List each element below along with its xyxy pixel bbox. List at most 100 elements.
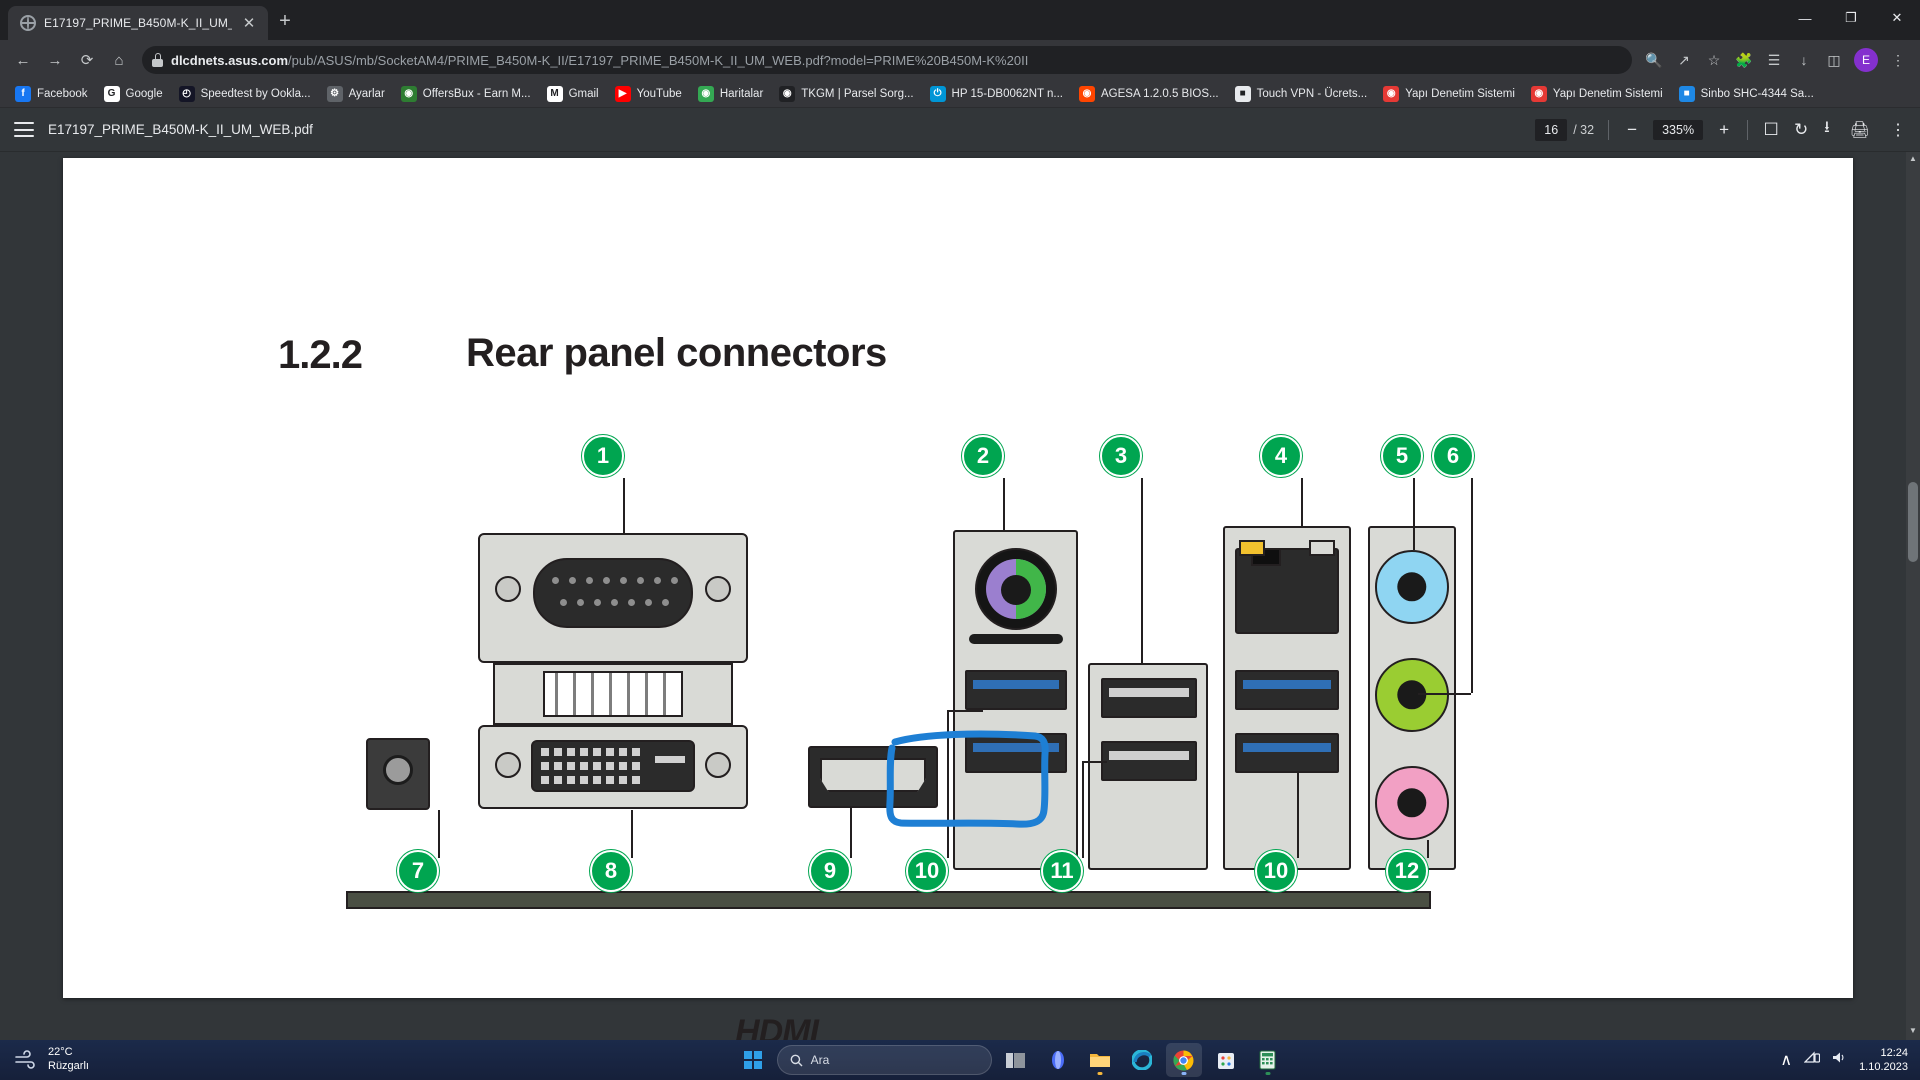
close-window-button[interactable]: ✕ [1874, 0, 1920, 36]
bookmark-item[interactable]: f Facebook [8, 83, 95, 105]
reading-list-icon[interactable]: ☰ [1760, 46, 1788, 74]
zoom-out-button[interactable]: − [1623, 120, 1641, 140]
scroll-up-icon[interactable]: ▲ [1907, 154, 1919, 166]
bookmark-item[interactable]: M Gmail [540, 83, 606, 105]
bookmark-item[interactable]: ◉ Yapı Denetim Sistemi [1524, 83, 1670, 105]
close-icon[interactable]: ✕ [240, 16, 258, 31]
download-icon[interactable]: ↓ [1790, 46, 1818, 74]
vga-pin [559, 598, 568, 607]
home-icon[interactable]: ⌂ [104, 45, 134, 75]
sidepanel-icon[interactable]: ◫ [1820, 46, 1848, 74]
callout-badge-10: 10 [906, 850, 948, 892]
callout-leader-line [1003, 478, 1005, 530]
share-icon[interactable]: ↗ [1670, 46, 1698, 74]
dvi-pin [619, 762, 627, 770]
power-icon: ⏻ [929, 85, 946, 102]
dvi-pin [593, 762, 601, 770]
task-view-icon[interactable] [998, 1043, 1034, 1077]
chrome-icon[interactable] [1165, 1043, 1202, 1077]
weather-widget[interactable]: 22°C Rüzgarlı [0, 1046, 240, 1074]
pdf-page: 1.2.2 Rear panel connectors 1 2 3 4 5 6 7 8 9 10 1… [63, 158, 1853, 1040]
address-bar[interactable]: dlcdnets.asus.com/pub/ASUS/mb/SocketAM4/… [142, 46, 1632, 74]
zoom-icon[interactable]: 🔍 [1640, 46, 1668, 74]
dvi-screw [705, 752, 731, 778]
bookmark-label: Touch VPN - Ücrets... [1256, 87, 1368, 100]
minimize-button[interactable]: ― [1782, 0, 1828, 36]
pdf-viewport[interactable]: 1.2.2 Rear panel connectors 1 2 3 4 5 6 7 8 9 10 1… [0, 152, 1920, 1040]
windows-start-icon[interactable] [735, 1043, 771, 1077]
vga-pin [568, 576, 577, 585]
taskbar-center: Ara [240, 1043, 1780, 1077]
hdmi-logo: HDMI HIGH-DEFINITION MULTIMEDIA INTERFAC… [699, 1013, 854, 1040]
callout-leader-line [1301, 478, 1303, 526]
fit-page-icon[interactable]: ☐ [1762, 120, 1780, 140]
zoom-level[interactable]: 335% [1653, 119, 1704, 140]
search-input[interactable]: Ara [776, 1045, 992, 1075]
bookmark-item[interactable]: ⚙ Ayarlar [320, 83, 392, 105]
back-icon[interactable]: ← [8, 45, 38, 75]
io-shield-base [346, 891, 1431, 909]
mic-in-jack [1375, 766, 1449, 840]
callout-leader-line [631, 810, 633, 858]
bookmark-item[interactable]: ◴ Speedtest by Ookla... [172, 83, 318, 105]
usb-tongue [973, 743, 1059, 752]
bookmark-item[interactable]: ■ Touch VPN - Ücrets... [1228, 83, 1375, 105]
dvi-pin [554, 776, 562, 784]
bookmark-item[interactable]: ◉ Haritalar [691, 83, 770, 105]
navigation-toolbar: ← → ⟳ ⌂ dlcdnets.asus.com/pub/ASUS/mb/So… [0, 40, 1920, 80]
bookmark-label: OffersBux - Earn M... [422, 87, 531, 100]
clock-date: 1.10.2023 [1859, 1061, 1908, 1073]
bookmark-item[interactable]: ■ Sinbo SHC-4344 Sa... [1672, 83, 1821, 105]
tray-overflow-icon[interactable]: ∧ [1780, 1050, 1792, 1070]
star-icon[interactable]: ☆ [1700, 46, 1728, 74]
more-vertical-icon[interactable]: ⋮ [1884, 46, 1912, 74]
callout-leader-line [1141, 478, 1143, 663]
shop-icon: ■ [1678, 85, 1695, 102]
download-icon[interactable]: ⭳ [1824, 116, 1830, 143]
speedtest-icon: ◴ [178, 85, 195, 102]
extensions-icon[interactable]: 🧩 [1730, 46, 1758, 74]
page-number-input[interactable]: 16 [1535, 118, 1568, 141]
bookmark-item[interactable]: ◉ Yapı Denetim Sistemi [1376, 83, 1522, 105]
bookmark-item[interactable]: ▶ YouTube [608, 83, 689, 105]
search-icon [790, 1054, 803, 1066]
zoom-in-button[interactable]: + [1715, 120, 1733, 140]
bookmark-item[interactable]: G Google [97, 83, 170, 105]
avatar[interactable]: E [1854, 48, 1878, 72]
new-tab-button[interactable]: + [268, 4, 302, 38]
facebook-icon: f [15, 85, 31, 102]
folder-icon[interactable] [1082, 1043, 1118, 1077]
bookmark-item[interactable]: ◉ OffersBux - Earn M... [394, 83, 538, 105]
callout-badge-10: 10 [1255, 850, 1297, 892]
vga-pin [661, 598, 670, 607]
usb-port-upper [965, 670, 1067, 710]
bookmark-label: AGESA 1.2.0.5 BIOS... [1101, 87, 1219, 100]
vertical-scrollbar[interactable]: ▲ ▼ [1906, 152, 1920, 1040]
reload-icon[interactable]: ⟳ [72, 45, 102, 75]
ps2-port-inner [1001, 575, 1031, 605]
edge-icon[interactable] [1124, 1043, 1160, 1077]
windy-icon [15, 1050, 35, 1069]
scrollbar-thumb[interactable] [1908, 482, 1918, 562]
browser-tab[interactable]: E17197_PRIME_B450M-K_II_UM_ ✕ [8, 6, 268, 40]
calculator-icon[interactable] [1250, 1043, 1286, 1077]
maximize-button[interactable]: ❐ [1828, 0, 1874, 36]
bookmark-item[interactable]: ◉ TKGM | Parsel Sorg... [772, 83, 920, 105]
forward-icon[interactable]: → [40, 45, 70, 75]
dvi-slot [627, 673, 630, 715]
pin-icon: ◉ [779, 85, 796, 102]
callout-badge-7: 7 [397, 850, 439, 892]
bookmark-item[interactable]: ⏻ HP 15-DB0062NT n... [923, 83, 1070, 105]
widgets-icon[interactable] [1040, 1043, 1076, 1077]
network-icon[interactable] [1803, 1051, 1821, 1069]
print-icon[interactable]: 🖨 [1850, 120, 1870, 140]
bookmark-label: Google [125, 87, 163, 100]
clock[interactable]: 12:24 1.10.2023 [1859, 1046, 1908, 1075]
store-icon[interactable] [1208, 1043, 1244, 1077]
hamburger-icon[interactable] [14, 122, 34, 137]
rotate-icon[interactable]: ↻ [1792, 120, 1810, 140]
volume-icon[interactable] [1832, 1051, 1847, 1069]
more-vertical-icon[interactable]: ⋮ [1890, 120, 1906, 140]
scroll-down-icon[interactable]: ▼ [1907, 1026, 1919, 1038]
bookmark-item[interactable]: ◉ AGESA 1.2.0.5 BIOS... [1072, 83, 1226, 105]
